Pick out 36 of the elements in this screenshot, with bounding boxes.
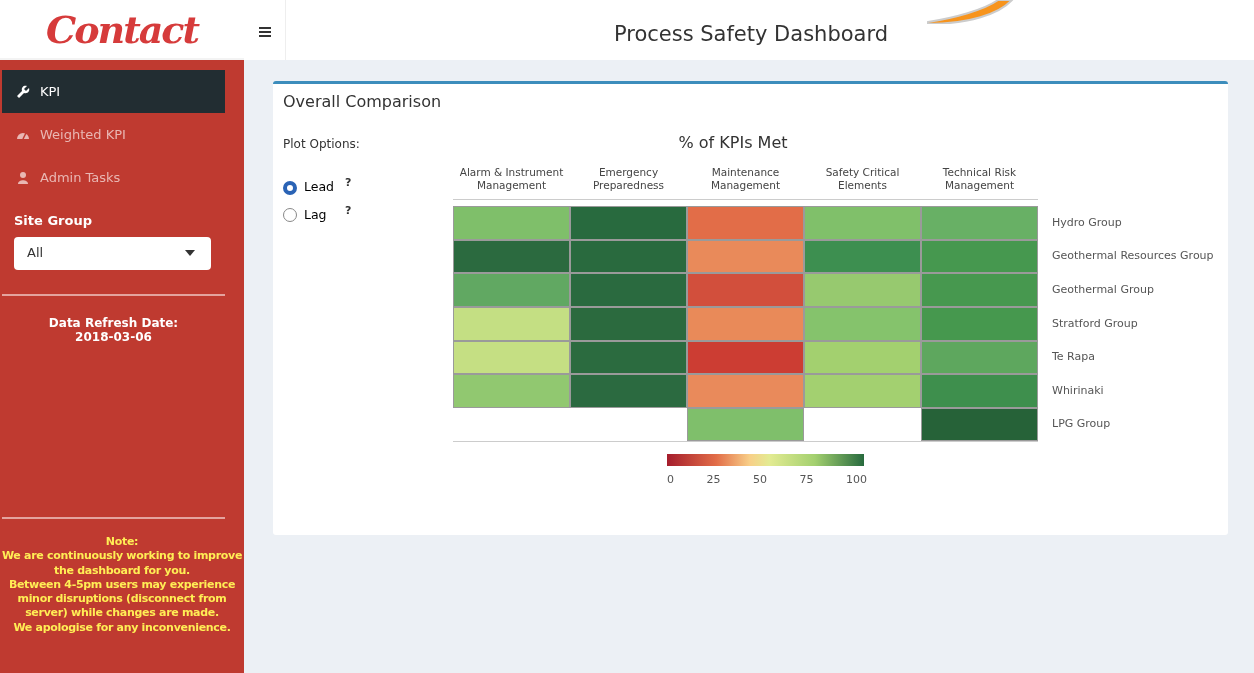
scale-tick: 50: [753, 472, 767, 489]
column-header: Technical Risk Management: [921, 163, 1038, 201]
scale-tick: 100: [846, 472, 867, 489]
help-marker[interactable]: ?: [345, 202, 352, 220]
wrench-icon: [16, 84, 30, 99]
scale-tick: 75: [799, 472, 814, 489]
refresh-date: 2018-03-06: [74, 329, 153, 345]
chart-title: % of KPIs Met: [677, 132, 789, 155]
column-header: Alarm & Instrument Management: [453, 163, 570, 201]
help-marker[interactable]: ?: [345, 174, 352, 192]
notice-text: Note: We are continuously working to improve the dashboard for you. Between 4-5pm users may experience minor disruptions (disconnect from server) while changes are made. We apologise for any inconvenience.: [0, 534, 244, 635]
row-label: Stratford Group: [1051, 315, 1139, 332]
row-label: Hydro Group: [1051, 214, 1123, 231]
sidebar-item[interactable]: KPI: [2, 70, 225, 113]
caret-icon: [185, 250, 195, 256]
dashboard-title: Process Safety Dashboard: [613, 20, 889, 48]
field-label: Site Group: [13, 212, 93, 230]
radio-option[interactable]: Lead: [283, 178, 333, 197]
options-label: Plot Options:: [283, 136, 361, 154]
row-label: Whirinaki: [1051, 382, 1105, 399]
scale-tick: 25: [706, 472, 721, 489]
scale-tick: 0: [667, 472, 674, 489]
radio-option[interactable]: Lag: [283, 205, 333, 225]
radio-button[interactable]: [283, 180, 297, 195]
column-header: Emergency Preparedness: [570, 163, 687, 201]
user-icon: [16, 170, 30, 185]
panel-title: Overall Comparison: [283, 92, 443, 112]
row-label: LPG Group: [1051, 416, 1112, 433]
row-label: Geothermal Resources Group: [1051, 248, 1215, 265]
site-group-dropdown[interactable]: All: [14, 236, 211, 270]
row-label: Geothermal Group: [1051, 281, 1155, 298]
column-header: Safety Critical Elements: [804, 163, 921, 201]
refresh-label: Data Refresh Date:: [47, 315, 180, 330]
row-label: Te Rapa: [1051, 349, 1096, 366]
column-header: Maintenance Management: [687, 163, 804, 201]
swoosh-icon: [924, 0, 1014, 24]
